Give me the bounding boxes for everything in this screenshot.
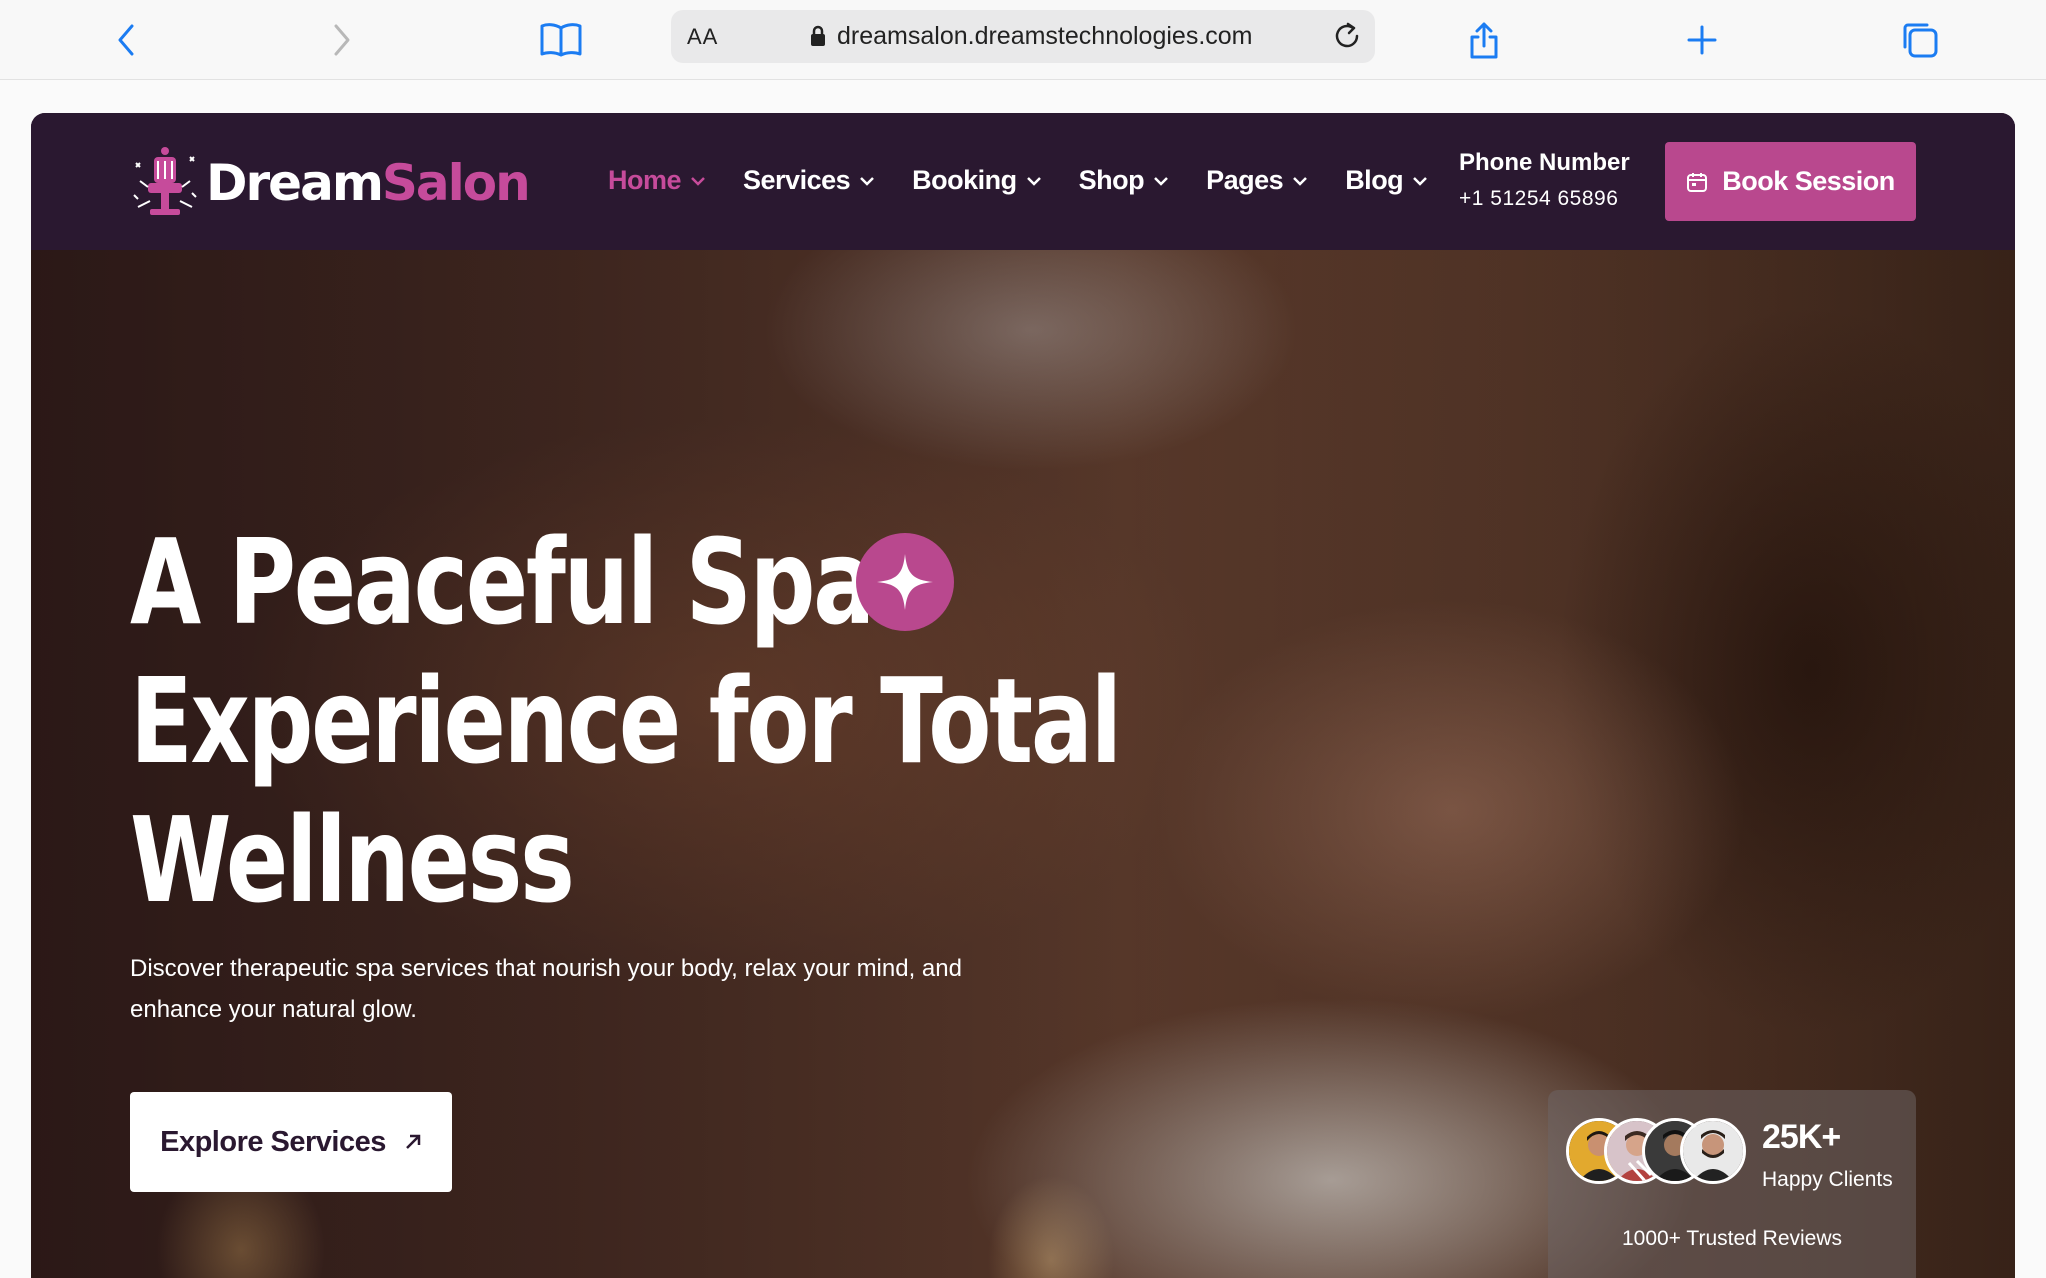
trusted-reviews: 1000+ Trusted Reviews bbox=[1621, 1227, 1843, 1250]
calendar-icon bbox=[1687, 172, 1708, 192]
forward-icon[interactable] bbox=[316, 14, 368, 66]
nav-item-blog[interactable]: Blog bbox=[1345, 165, 1428, 196]
reload-icon[interactable] bbox=[1331, 20, 1363, 52]
chevron-down-icon bbox=[1026, 176, 1041, 186]
happy-clients-label: Happy Clients bbox=[1762, 1168, 1893, 1191]
hero-headline: A Peaceful Spa Experience for Total Well… bbox=[130, 513, 1122, 929]
chevron-down-icon bbox=[1413, 176, 1428, 186]
chevron-down-icon bbox=[860, 176, 875, 186]
phone-label: Phone Number bbox=[1459, 149, 1630, 176]
new-tab-icon[interactable] bbox=[1676, 14, 1728, 66]
salon-chair-icon bbox=[133, 147, 197, 215]
logo[interactable]: DreamSalon bbox=[130, 143, 531, 223]
chevron-down-icon bbox=[1154, 176, 1169, 186]
website: DreamSalon Home Services Booking Shop Pa… bbox=[31, 113, 2015, 1278]
browser-toolbar: AA dreamsalon.dreamstechnologies.com bbox=[0, 0, 2046, 80]
book-session-button[interactable]: Book Session bbox=[1665, 142, 1916, 221]
nav-item-pages[interactable]: Pages bbox=[1206, 165, 1308, 196]
happy-clients-count: 25K+ bbox=[1762, 1118, 1841, 1156]
tabs-overview-icon[interactable] bbox=[1894, 14, 1946, 66]
back-icon[interactable] bbox=[100, 14, 152, 66]
logo-text: DreamSalon bbox=[206, 154, 531, 212]
address-bar[interactable]: AA dreamsalon.dreamstechnologies.com bbox=[671, 10, 1375, 63]
reader-aa-button[interactable]: AA bbox=[687, 24, 718, 50]
arrow-up-right-icon bbox=[405, 1134, 421, 1149]
avatar bbox=[1680, 1118, 1746, 1184]
chevron-down-icon bbox=[691, 176, 705, 186]
share-icon[interactable] bbox=[1458, 14, 1510, 66]
chevron-down-icon bbox=[1293, 176, 1308, 186]
lock-icon bbox=[811, 25, 825, 46]
nav-item-home[interactable]: Home bbox=[608, 165, 705, 196]
url-text: dreamsalon.dreamstechnologies.com bbox=[837, 22, 1253, 50]
bookmarks-icon[interactable] bbox=[535, 14, 587, 66]
phone-contact: Phone Number +1 51254 65896 bbox=[1459, 149, 1630, 211]
happy-clients-card: 25K+ Happy Clients 1000+ Trusted Reviews bbox=[1548, 1090, 1916, 1278]
sparkle-icon bbox=[856, 533, 954, 631]
client-avatars bbox=[1566, 1118, 1746, 1184]
main-menu: Home Services Booking Shop Pages Blog bbox=[608, 165, 1465, 196]
nav-item-services[interactable]: Services bbox=[743, 165, 875, 196]
hero-subtext: Discover therapeutic spa services that n… bbox=[130, 955, 962, 1023]
nav-item-shop[interactable]: Shop bbox=[1079, 165, 1169, 196]
nav-item-booking[interactable]: Booking bbox=[912, 165, 1041, 196]
phone-number[interactable]: +1 51254 65896 bbox=[1459, 187, 1630, 211]
explore-services-button[interactable]: Explore Services bbox=[130, 1092, 452, 1192]
hero-section: A Peaceful Spa Experience for Total Well… bbox=[31, 250, 2015, 1278]
site-navbar: DreamSalon Home Services Booking Shop Pa… bbox=[31, 113, 2015, 250]
